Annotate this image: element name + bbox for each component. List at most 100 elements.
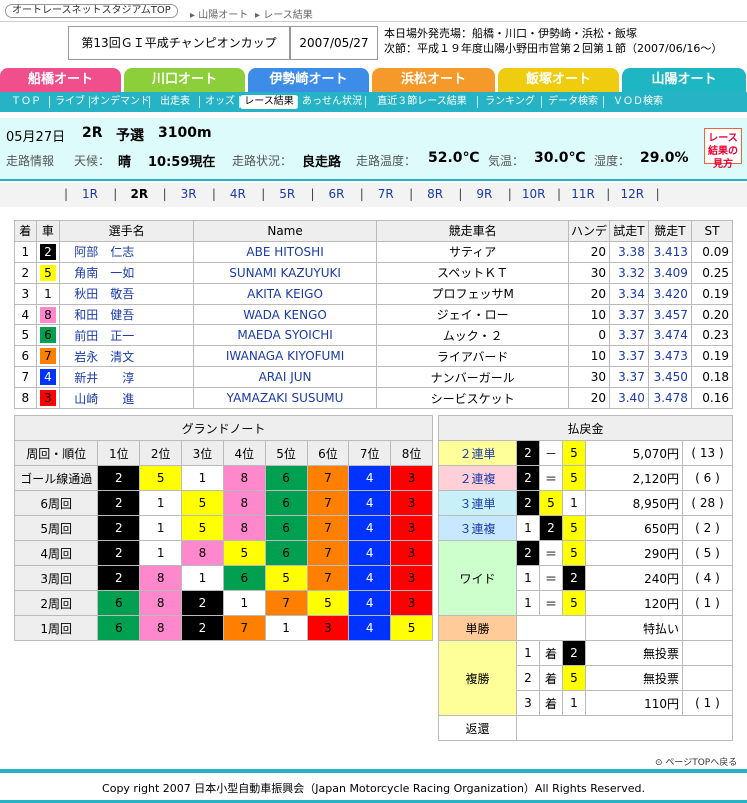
entry-row: 5 6 前田 正一 MAEDA SYOICHI ムック・２ 0 3.37 3.474 0.23 xyxy=(14,324,734,347)
entry-cell: 5 xyxy=(14,324,37,347)
lap-label: ゴール線通過 xyxy=(13,465,99,491)
pay-popularity: ( 13 ) xyxy=(682,440,733,466)
bet-type-label: ２連単 xyxy=(438,440,517,466)
entry-cell[interactable]: 前田 正一 xyxy=(59,324,194,347)
position-cell: 7 xyxy=(264,590,308,616)
subnav-item[interactable]: ランキング xyxy=(478,95,542,109)
grand-note-header: 8位 xyxy=(390,440,433,466)
entry-cell: ムック・２ xyxy=(376,324,570,347)
grand-note-row: 4周回 2 1 8 5 6 7 4 3 xyxy=(13,540,433,566)
entry-row: 2 5 角南 一如 SUNAMI KAZUYUKI スペットＫＴ 30 3.32 3.409 0… xyxy=(14,261,734,284)
entries-header-cell: 試走T xyxy=(609,220,649,242)
position-cell: 4 xyxy=(348,615,392,641)
race-link[interactable]: 9R xyxy=(464,187,504,201)
position-cell: 3 xyxy=(390,515,433,541)
breadcrumb-sanyo[interactable]: ▸ 山陽オート xyxy=(190,6,248,21)
result-guide-button[interactable]: レース結果の見方 xyxy=(704,128,742,170)
entry-cell: スペットＫＴ xyxy=(376,261,570,284)
position-cell: 4 xyxy=(348,565,392,591)
venue-tab[interactable]: 浜松オート xyxy=(372,68,495,92)
race-link[interactable]: 8R xyxy=(415,187,455,201)
entry-cell: 0.20 xyxy=(690,303,734,326)
pay-rank: 1 xyxy=(516,640,540,666)
entry-cell[interactable]: 新井 淳 xyxy=(59,366,194,389)
subnav-item[interactable]: レース結果 xyxy=(240,95,298,109)
venue-tab[interactable]: 船橋オート xyxy=(0,68,121,92)
offsite-info: 本日場外発売場：船橋・川口・伊勢崎・浜松・飯塚 xyxy=(384,27,637,40)
subnav-item[interactable]: あっせん状況 xyxy=(298,95,366,109)
venue-tab[interactable]: 山陽オート xyxy=(622,68,746,92)
subnav-item[interactable]: 出走表 xyxy=(150,95,200,109)
entry-cell[interactable]: 秋田 敬吾 xyxy=(59,282,194,305)
pay-amount: 無投票 xyxy=(585,640,683,666)
race-link[interactable]: 7R xyxy=(366,187,406,201)
track-condition-value: 良走路 xyxy=(302,155,342,170)
entry-cell: ライアバード xyxy=(376,345,570,368)
pay-car: 5 xyxy=(562,540,586,566)
track-condition-label: 走路状況： xyxy=(232,154,293,168)
race-date: 2007/05/27 xyxy=(290,26,378,60)
entry-cell[interactable]: 阿部 仁志 xyxy=(59,240,194,263)
position-cell: 5 xyxy=(222,540,266,566)
payout-title-row: 払戻金 xyxy=(438,415,733,441)
grand-note-row: 5周回 2 1 5 8 6 7 4 3 xyxy=(13,515,433,541)
grand-note-row: 3周回 2 8 1 6 5 7 4 3 xyxy=(13,565,433,591)
subnav-item[interactable]: 直近３節レース結果 xyxy=(366,95,478,109)
race-link[interactable]: 1R xyxy=(70,187,110,201)
subnav-item[interactable]: ＶＯＤ検索 xyxy=(604,95,672,109)
pay-car: 1 xyxy=(562,490,586,516)
pay-popularity: ( 1 ) xyxy=(682,590,733,616)
entry-cell[interactable]: 角南 一如 xyxy=(59,261,194,284)
position-cell: 2 xyxy=(181,590,224,616)
payout-row: ３連複 1 2 5 650円( 2 ) xyxy=(438,515,733,541)
pay-symbol: 着 xyxy=(539,640,563,666)
pay-symbol: ＝ xyxy=(539,465,563,491)
race-link[interactable]: 3R xyxy=(169,187,209,201)
subnav-item[interactable]: ライブ xyxy=(50,95,90,109)
race-link[interactable]: 11R xyxy=(563,187,603,201)
pay-car: 1 xyxy=(562,690,586,716)
entry-cell: 2 xyxy=(14,261,37,284)
race-nav-separator: | xyxy=(458,187,463,201)
payout-row: ２連単 2 － 5 5,070円( 13 ) xyxy=(438,440,733,466)
entries-header-cell: 選手名 xyxy=(59,220,194,242)
race-link[interactable]: 10R xyxy=(514,187,554,201)
entry-cell[interactable]: 岩永 清文 xyxy=(59,345,194,368)
entry-cell: 3.478 xyxy=(647,387,692,410)
venue-tab[interactable]: 飯塚オート xyxy=(498,68,619,92)
race-nav-separator: | xyxy=(211,187,216,201)
race-link[interactable]: 2R xyxy=(119,187,159,201)
entry-cell: 3.32 xyxy=(609,261,649,284)
lap-label: 1周回 xyxy=(13,615,99,641)
weather-time: 10:59現在 xyxy=(148,155,216,170)
race-link[interactable]: 6R xyxy=(317,187,357,201)
entry-cell[interactable]: 山崎 進 xyxy=(59,387,194,410)
subnav-item[interactable]: データ検索 xyxy=(542,95,604,109)
entry-cell: ナンバーガール xyxy=(376,366,570,389)
pay-car: 5 xyxy=(562,440,586,466)
race-nav-separator: | xyxy=(606,187,611,201)
subnav-item[interactable]: オッズ xyxy=(200,95,240,109)
subnav-item[interactable]: ＴＯＰ xyxy=(2,95,50,109)
venue-tab[interactable]: 川口オート xyxy=(124,68,245,92)
subnav-item[interactable]: オンデマンド xyxy=(90,95,150,109)
race-number-nav: | 1R | 2R | 3R | 4R | 5R | 6R | 7R | 8R | 9R | 10R | 11R | 12R | xyxy=(0,183,747,207)
race-link[interactable]: 4R xyxy=(218,187,258,201)
race-nav-separator: | xyxy=(557,187,562,201)
entry-cell: 6 xyxy=(14,345,37,368)
page-top-link[interactable]: ⊙ ページTOPへ戻る xyxy=(655,755,737,768)
position-cell: 6 xyxy=(264,465,308,491)
race-nav-separator: | xyxy=(409,187,414,201)
pay-car: 2 xyxy=(516,490,540,516)
grand-note-row: 1周回 6 8 2 7 1 3 4 5 xyxy=(13,615,433,641)
race-link[interactable]: 5R xyxy=(267,187,307,201)
entry-cell: 3.420 xyxy=(647,282,692,305)
entry-cell: 3.37 xyxy=(609,345,649,368)
site-top-link[interactable]: オートレースネットスタジアムTOP xyxy=(5,4,178,18)
entry-cell[interactable]: 和田 健吾 xyxy=(59,303,194,326)
race-link[interactable]: 12R xyxy=(612,187,652,201)
entry-cell: 1 xyxy=(14,240,37,263)
venue-tab[interactable]: 伊勢崎オート xyxy=(248,68,369,92)
entry-cell: 0.18 xyxy=(690,366,734,389)
position-cell: 8 xyxy=(222,490,266,516)
